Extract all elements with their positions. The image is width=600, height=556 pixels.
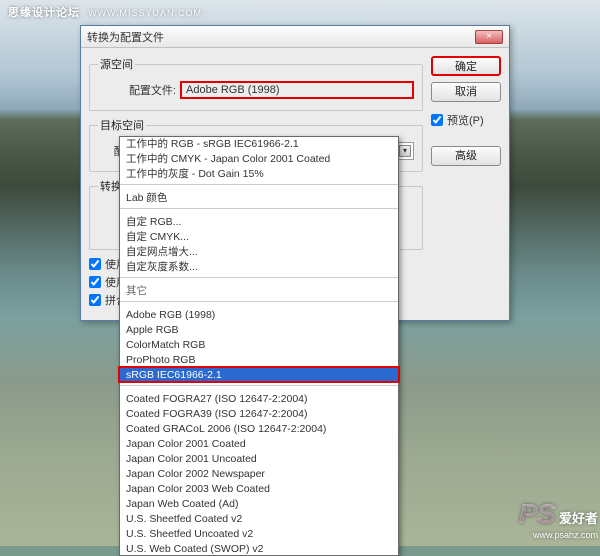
dropdown-option[interactable]: Coated FOGRA27 (ISO 12647-2:2004) xyxy=(120,392,398,407)
dropdown-option[interactable]: Coated GRACoL 2006 (ISO 12647-2:2004) xyxy=(120,422,398,437)
dropdown-option[interactable]: Japan Color 2001 Coated xyxy=(120,437,398,452)
source-profile-value: Adobe RGB (1998) xyxy=(180,81,414,99)
dropdown-option[interactable]: 自定灰度系数... xyxy=(120,260,398,275)
dropdown-option[interactable]: Apple RGB xyxy=(120,323,398,338)
preview-checkbox[interactable]: 预览(P) xyxy=(431,112,501,128)
dropdown-option[interactable]: ProPhoto RGB xyxy=(120,353,398,368)
watermark-bottom: PS 爱好者 www.psahz.com xyxy=(519,498,598,540)
watermark-top-cn: 思缘设计论坛 xyxy=(8,7,80,19)
dropdown-option[interactable]: 自定 RGB... xyxy=(120,215,398,230)
dropdown-option[interactable]: Japan Color 2001 Uncoated xyxy=(120,452,398,467)
advanced-button[interactable]: 高级 xyxy=(431,146,501,166)
dropdown-option xyxy=(120,301,398,306)
dropdown-option[interactable]: Japan Color 2003 Web Coated xyxy=(120,482,398,497)
dropdown-option[interactable]: Lab 颜色 xyxy=(120,191,398,206)
dropdown-option[interactable]: 自定网点增大... xyxy=(120,245,398,260)
watermark-top: 思缘设计论坛 WWW.MISSYUAN.COM xyxy=(8,4,202,20)
source-profile-label: 配置文件: xyxy=(98,82,176,98)
dropdown-option[interactable]: 工作中的 RGB - sRGB IEC61966-2.1 xyxy=(120,137,398,152)
dropdown-option[interactable]: Japan Color 2002 Newspaper xyxy=(120,467,398,482)
source-space-group: 源空间 配置文件: Adobe RGB (1998) xyxy=(89,56,423,111)
dropdown-option[interactable]: ColorMatch RGB xyxy=(120,338,398,353)
watermark-url: www.psahz.com xyxy=(519,530,598,540)
preview-input[interactable] xyxy=(431,114,443,126)
dropdown-option[interactable]: Coated FOGRA39 (ISO 12647-2:2004) xyxy=(120,407,398,422)
dropdown-option[interactable]: sRGB IEC61966-2.1 xyxy=(120,368,398,383)
cancel-button[interactable]: 取消 xyxy=(431,82,501,102)
dropdown-option[interactable]: Adobe RGB (1998) xyxy=(120,308,398,323)
chevron-down-icon: ▾ xyxy=(399,145,411,157)
watermark-cn: 爱好者 xyxy=(559,511,598,526)
bpc-input[interactable] xyxy=(89,258,101,270)
close-icon[interactable]: × xyxy=(475,30,503,44)
dropdown-option[interactable]: 工作中的灰度 - Dot Gain 15% xyxy=(120,167,398,182)
ok-button[interactable]: 确定 xyxy=(431,56,501,76)
dropdown-option[interactable]: U.S. Sheetfed Uncoated v2 xyxy=(120,527,398,542)
dropdown-option: 其它 xyxy=(120,284,398,299)
preview-label: 预览(P) xyxy=(447,112,484,128)
dither-input[interactable] xyxy=(89,276,101,288)
dropdown-option[interactable]: 工作中的 CMYK - Japan Color 2001 Coated xyxy=(120,152,398,167)
profile-dropdown[interactable]: 工作中的 RGB - sRGB IEC61966-2.1工作中的 CMYK - … xyxy=(119,136,399,556)
dropdown-option[interactable]: Japan Web Coated (Ad) xyxy=(120,497,398,512)
dropdown-option xyxy=(120,184,398,189)
dropdown-option xyxy=(120,385,398,390)
dropdown-option[interactable]: 自定 CMYK... xyxy=(120,230,398,245)
dialog-title: 转换为配置文件 xyxy=(87,29,164,45)
watermark-top-url: WWW.MISSYUAN.COM xyxy=(88,8,202,18)
dropdown-option xyxy=(120,208,398,213)
dropdown-option xyxy=(120,277,398,282)
flatten-input[interactable] xyxy=(89,294,101,306)
dropdown-option[interactable]: U.S. Web Coated (SWOP) v2 xyxy=(120,542,398,556)
source-space-legend: 源空间 xyxy=(98,56,135,72)
dest-space-legend: 目标空间 xyxy=(98,117,146,133)
watermark-logo: PS xyxy=(519,498,556,529)
dropdown-option[interactable]: U.S. Sheetfed Coated v2 xyxy=(120,512,398,527)
dialog-titlebar[interactable]: 转换为配置文件 × xyxy=(81,26,509,48)
